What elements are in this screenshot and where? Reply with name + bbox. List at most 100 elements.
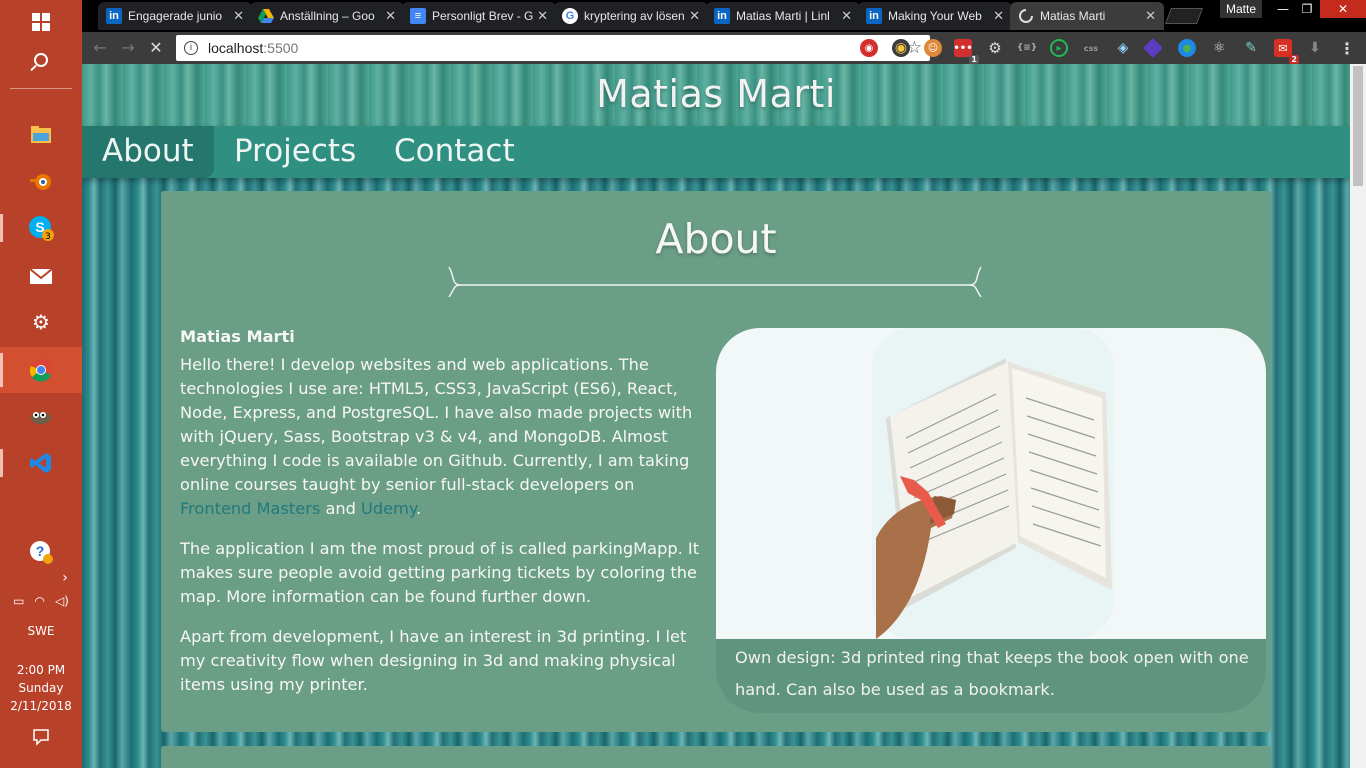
- new-tab-button[interactable]: [1165, 8, 1203, 24]
- svg-text:?: ?: [36, 543, 45, 559]
- address-bar[interactable]: i localhost:5500 ☆: [176, 35, 930, 61]
- volume-icon[interactable]: ◁): [55, 594, 69, 608]
- site-header: Matias Marti: [82, 64, 1350, 126]
- gmail-extension-icon[interactable]: ✉ 2: [1274, 39, 1299, 64]
- browser-tab-active[interactable]: Matias Marti ✕: [1010, 2, 1164, 30]
- close-tab-icon[interactable]: ✕: [689, 8, 700, 24]
- mail-button[interactable]: [0, 254, 82, 298]
- search-icon: [34, 53, 48, 67]
- browser-tab[interactable]: in Engagerade junio ✕: [98, 2, 252, 30]
- clock[interactable]: 2:00 PM Sunday 2/11/2018: [0, 661, 82, 715]
- close-tab-icon[interactable]: ✕: [993, 8, 1004, 24]
- linkedin-icon: in: [106, 8, 122, 24]
- diamond-extension-icon[interactable]: ◈: [1114, 39, 1132, 57]
- scrollbar-thumb[interactable]: [1353, 66, 1363, 186]
- web-page: Matias Marti About Projects Contact Abou…: [82, 64, 1350, 768]
- nav-projects[interactable]: Projects: [214, 126, 376, 178]
- folder-icon: [31, 126, 51, 143]
- gimp-button[interactable]: [0, 394, 82, 438]
- clock-time: 2:00 PM: [16, 663, 66, 677]
- forward-button[interactable]: →: [118, 38, 138, 58]
- restore-button[interactable]: ❐: [1292, 0, 1322, 18]
- face-extension-icon[interactable]: ☺: [924, 39, 942, 57]
- google-icon: G: [562, 8, 578, 24]
- vscode-button[interactable]: [0, 441, 82, 485]
- tab-title: Making Your Web: [888, 9, 982, 23]
- tab-title: Engagerade junio: [128, 9, 223, 23]
- browser-tab[interactable]: Anställning – Goo ✕: [250, 2, 404, 30]
- nav-about[interactable]: About: [82, 126, 214, 178]
- vscode-icon: [30, 453, 51, 473]
- mail-icon: [29, 268, 53, 284]
- skype-button[interactable]: S 3: [0, 206, 82, 250]
- browser-tab-strip: in Engagerade junio ✕ Anställning – Goo …: [82, 0, 1366, 32]
- notifications-button[interactable]: [0, 728, 82, 749]
- frontend-masters-link[interactable]: Frontend Masters: [180, 499, 320, 518]
- purple-extension-icon[interactable]: [1143, 38, 1163, 58]
- skype-badge: 3: [45, 232, 51, 242]
- eyedropper-extension-icon[interactable]: ✎: [1242, 39, 1260, 57]
- next-section: [161, 746, 1271, 768]
- nav-contact[interactable]: Contact: [374, 126, 535, 178]
- close-tab-icon[interactable]: ✕: [1145, 8, 1156, 24]
- play-extension-icon[interactable]: ▸: [1050, 39, 1068, 57]
- notification-icon: [33, 729, 49, 746]
- battery-icon[interactable]: ▭: [13, 594, 24, 608]
- google-docs-icon: ≡: [410, 8, 426, 24]
- about-section: About Matias Marti Hello there! I develo…: [161, 191, 1271, 732]
- tab-title: Personligt Brev - G: [432, 9, 534, 23]
- input-language[interactable]: SWE: [0, 624, 82, 638]
- eye-extension-icon[interactable]: ◉: [892, 39, 910, 57]
- tab-title: Matias Marti: [1040, 9, 1106, 23]
- json-extension-icon[interactable]: {≡}: [1017, 39, 1037, 57]
- image-caption: Own design: 3d printed ring that keeps t…: [735, 648, 1249, 699]
- ext-badge: 1: [969, 55, 979, 64]
- browser-tab[interactable]: in Making Your Web ✕: [858, 2, 1012, 30]
- intro-text: Hello there! I develop websites and web …: [180, 355, 693, 494]
- help-icon: ?: [30, 541, 53, 564]
- blender-button[interactable]: [0, 159, 82, 203]
- book-photo: [716, 328, 1266, 639]
- clock-date: 2/11/2018: [10, 699, 72, 713]
- browser-tab[interactable]: in Matias Marti | Linl ✕: [706, 2, 860, 30]
- show-hidden-icons-chevron-icon[interactable]: ›: [0, 570, 82, 586]
- search-button[interactable]: [0, 38, 82, 82]
- page-scrollbar[interactable]: [1350, 64, 1366, 768]
- wifi-icon[interactable]: ◠: [34, 594, 44, 608]
- system-tray: ▭ ◠ ◁): [0, 594, 82, 608]
- windows-taskbar: S 3 ⚙ ? › ▭ ◠ ◁) SWE 2:00 PM Sunday 2/11…: [0, 0, 82, 768]
- tab-title: Matias Marti | Linl: [736, 9, 830, 23]
- close-tab-icon[interactable]: ✕: [537, 8, 548, 24]
- linkedin-icon: in: [714, 8, 730, 24]
- profile-button[interactable]: Matte: [1220, 0, 1262, 18]
- clock-day: Sunday: [18, 681, 64, 695]
- chrome-icon: [29, 359, 52, 382]
- close-tab-icon[interactable]: ✕: [385, 8, 396, 24]
- close-tab-icon[interactable]: ✕: [841, 8, 852, 24]
- close-tab-icon[interactable]: ✕: [233, 8, 244, 24]
- css-extension-icon[interactable]: css: [1082, 39, 1100, 57]
- gear-extension-icon[interactable]: ⚙: [986, 39, 1004, 57]
- chrome-button[interactable]: [0, 347, 82, 393]
- close-window-button[interactable]: ✕: [1320, 0, 1366, 18]
- settings-button[interactable]: ⚙: [0, 300, 82, 344]
- help-button[interactable]: ?: [0, 530, 82, 574]
- adblock-extension-icon[interactable]: ◉: [860, 39, 878, 57]
- back-button[interactable]: ←: [90, 38, 110, 58]
- stop-loading-button[interactable]: ✕: [146, 38, 166, 58]
- taskbar-divider: [10, 88, 72, 89]
- site-nav: About Projects Contact: [82, 126, 1350, 178]
- react-devtools-icon[interactable]: ⚛: [1210, 39, 1228, 57]
- chrome-menu-icon[interactable]: ⋮: [1338, 39, 1356, 58]
- calendar-extension-icon[interactable]: ••• 1: [953, 39, 979, 64]
- title-divider: [448, 266, 982, 297]
- file-explorer-button[interactable]: [0, 113, 82, 157]
- loading-spinner-icon: [1018, 8, 1034, 24]
- browser-tab[interactable]: ≡ Personligt Brev - G ✕: [402, 2, 556, 30]
- download-extension-icon[interactable]: ⬇: [1306, 39, 1324, 57]
- site-info-icon[interactable]: i: [184, 41, 198, 55]
- browser-tab[interactable]: G kryptering av lösen ✕: [554, 2, 708, 30]
- globe-extension-icon[interactable]: ●: [1178, 39, 1196, 57]
- udemy-link[interactable]: Udemy: [361, 499, 416, 518]
- linkedin-icon: in: [866, 8, 882, 24]
